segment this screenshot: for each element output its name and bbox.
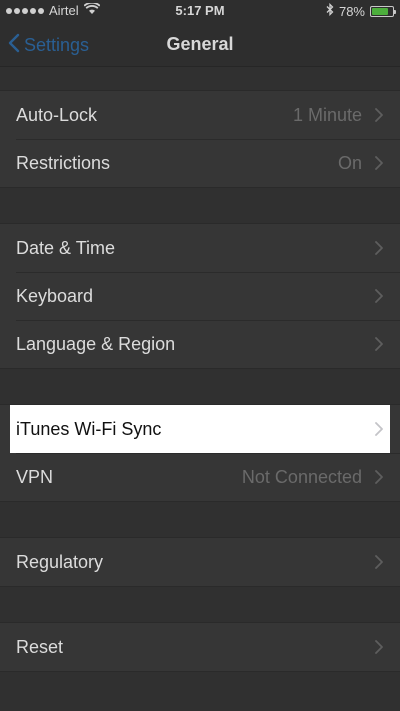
- row-itunes-wifi-sync[interactable]: iTunes Wi-Fi Sync: [10, 405, 390, 453]
- battery-percent: 78%: [338, 3, 365, 19]
- chevron-right-icon: [375, 156, 383, 170]
- row-value: On: [337, 152, 362, 173]
- row-label: Auto-Lock: [16, 104, 98, 125]
- settings-group-reset: Reset: [0, 622, 400, 672]
- row-date-time[interactable]: Date & Time: [0, 224, 400, 272]
- row-label: Language & Region: [16, 333, 176, 354]
- chevron-right-icon: [375, 289, 383, 303]
- settings-group-regulatory: Regulatory: [0, 537, 400, 587]
- chevron-right-icon: [375, 640, 383, 654]
- row-keyboard[interactable]: Keyboard: [0, 272, 400, 320]
- row-value: 1 Minute: [292, 104, 362, 125]
- row-label: VPN: [16, 466, 54, 487]
- settings-group-sync: iTunes Wi-Fi Sync VPN Not Connected: [0, 404, 400, 502]
- settings-group-regional: Date & Time Keyboard Language & Region: [0, 223, 400, 369]
- row-vpn[interactable]: VPN Not Connected: [0, 453, 400, 501]
- row-label: iTunes Wi-Fi Sync: [16, 418, 162, 439]
- chevron-right-icon: [375, 470, 383, 484]
- row-label: Reset: [16, 636, 64, 657]
- row-label: Restrictions: [16, 152, 111, 173]
- row-regulatory[interactable]: Regulatory: [0, 538, 400, 586]
- row-auto-lock[interactable]: Auto-Lock 1 Minute: [0, 91, 400, 139]
- bluetooth-icon: [326, 2, 334, 19]
- row-reset[interactable]: Reset: [0, 623, 400, 671]
- status-right: 78%: [326, 2, 396, 19]
- chevron-right-icon: [375, 241, 383, 255]
- settings-group-lock: Auto-Lock 1 Minute Restrictions On: [0, 90, 400, 188]
- row-value: Not Connected: [241, 466, 362, 487]
- status-bar: Airtel 5:17 PM 78%: [0, 0, 400, 22]
- navigation-bar: Settings General: [0, 22, 400, 67]
- row-language-region[interactable]: Language & Region: [0, 320, 400, 368]
- row-label: Regulatory: [16, 551, 104, 572]
- chevron-right-icon: [375, 337, 383, 351]
- chevron-right-icon: [375, 422, 383, 436]
- chevron-right-icon: [375, 555, 383, 569]
- battery-icon: [370, 5, 396, 17]
- row-label: Date & Time: [16, 237, 116, 258]
- row-restrictions[interactable]: Restrictions On: [0, 139, 400, 187]
- battery-level-fill: [372, 7, 388, 15]
- page-title: General: [166, 34, 234, 54]
- chevron-right-icon: [375, 108, 383, 122]
- row-label: Keyboard: [16, 285, 94, 306]
